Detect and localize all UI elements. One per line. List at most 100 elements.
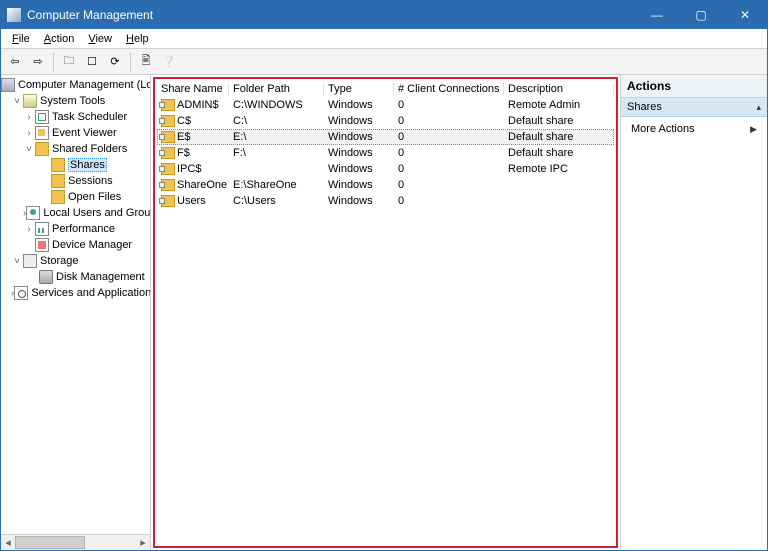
cell-conn: 0 xyxy=(394,179,504,191)
collapse-icon: ▴ xyxy=(756,102,761,113)
share-icon xyxy=(161,147,175,159)
forward-button[interactable]: ⇨ xyxy=(28,52,48,72)
tree-diskmgmt[interactable]: Disk Management xyxy=(56,271,145,283)
tree-hscrollbar[interactable]: ◂ ▸ xyxy=(1,534,150,550)
tree-storage[interactable]: Storage xyxy=(40,255,79,267)
cell-conn: 0 xyxy=(394,195,504,207)
cell-conn: 0 xyxy=(394,147,504,159)
tree-devmgr[interactable]: Device Manager xyxy=(52,239,132,251)
close-button[interactable]: ✕ xyxy=(723,1,767,29)
menu-file[interactable]: File xyxy=(5,31,37,47)
refresh-button[interactable]: ⟳ xyxy=(105,52,125,72)
folder-icon xyxy=(51,190,65,204)
share-row[interactable]: ShareOneE:\ShareOneWindows0 xyxy=(157,177,614,193)
cell-path: C:\ xyxy=(229,115,324,127)
tree[interactable]: Computer Management (Local ˅ System Tools… xyxy=(1,75,150,534)
share-icon xyxy=(161,99,175,111)
cell-path: F:\ xyxy=(229,147,324,159)
cell-name: IPC$ xyxy=(177,163,201,175)
tree-svcs[interactable]: Services and Applications xyxy=(31,287,150,299)
col-type[interactable]: Type xyxy=(324,83,394,95)
cell-name: ShareOne xyxy=(177,179,227,191)
maximize-button[interactable]: ▢ xyxy=(679,1,723,29)
cell-conn: 0 xyxy=(394,115,504,127)
tree-event[interactable]: Event Viewer xyxy=(52,127,117,139)
tree-root[interactable]: Computer Management (Local xyxy=(18,79,150,91)
window-title: Computer Management xyxy=(27,8,635,22)
col-folderpath[interactable]: Folder Path xyxy=(229,83,324,95)
cell-name: C$ xyxy=(177,115,191,127)
shares-list-highlight: Share Name Folder Path Type # Client Con… xyxy=(153,77,618,548)
share-icon xyxy=(161,179,175,191)
col-clientconn[interactable]: # Client Connections xyxy=(394,83,504,95)
help-button[interactable]: ❔ xyxy=(159,52,179,72)
titlebar[interactable]: Computer Management — ▢ ✕ xyxy=(1,1,767,29)
cell-desc: Remote Admin xyxy=(504,99,614,111)
back-button[interactable]: ⇦ xyxy=(5,52,25,72)
scroll-right-icon[interactable]: ▸ xyxy=(136,535,150,550)
tree-pane: Computer Management (Local ˅ System Tools… xyxy=(1,75,151,550)
cell-type: Windows xyxy=(324,99,394,111)
expander-icon[interactable]: › xyxy=(23,224,35,235)
tree-shared[interactable]: Shared Folders xyxy=(52,143,127,155)
expander-icon[interactable]: ˅ xyxy=(23,144,35,155)
share-icon xyxy=(161,131,175,143)
device-icon xyxy=(35,238,49,252)
tree-systools[interactable]: System Tools xyxy=(40,95,105,107)
expander-icon[interactable]: › xyxy=(23,112,35,123)
properties-button[interactable]: ☐ xyxy=(82,52,102,72)
cell-path: E:\ShareOne xyxy=(229,179,324,191)
share-row[interactable]: ADMIN$C:\WINDOWSWindows0Remote Admin xyxy=(157,97,614,113)
tree-perf[interactable]: Performance xyxy=(52,223,115,235)
menu-action[interactable]: Action xyxy=(37,31,82,47)
cell-conn: 0 xyxy=(394,99,504,111)
cell-desc: Default share xyxy=(504,131,614,143)
share-icon xyxy=(161,195,175,207)
cell-path: C:\WINDOWS xyxy=(229,99,324,111)
share-row[interactable]: UsersC:\UsersWindows0 xyxy=(157,193,614,209)
tree-sessions[interactable]: Sessions xyxy=(68,175,113,187)
share-row[interactable]: C$C:\Windows0Default share xyxy=(157,113,614,129)
expander-icon[interactable]: › xyxy=(23,128,35,139)
actions-pane: Actions Shares ▴ More Actions ▶ xyxy=(621,75,767,550)
export-button[interactable]: 🖹 xyxy=(136,52,156,72)
scroll-thumb[interactable] xyxy=(15,536,85,549)
cell-path: C:\Users xyxy=(229,195,324,207)
scroll-left-icon[interactable]: ◂ xyxy=(1,535,15,550)
up-button[interactable]: 🗀 xyxy=(59,52,79,72)
menu-view[interactable]: View xyxy=(81,31,119,47)
list-header: Share Name Folder Path Type # Client Con… xyxy=(157,81,614,97)
disk-icon xyxy=(39,270,53,284)
more-actions[interactable]: More Actions ▶ xyxy=(621,117,767,141)
cell-type: Windows xyxy=(324,163,394,175)
actions-section[interactable]: Shares ▴ xyxy=(621,98,767,117)
tree-lusers[interactable]: Local Users and Groups xyxy=(43,207,150,219)
share-icon xyxy=(161,115,175,127)
tree-shares[interactable]: Shares xyxy=(68,158,107,172)
expander-icon[interactable]: ˅ xyxy=(11,96,23,107)
folder-icon xyxy=(51,174,65,188)
scheduler-icon xyxy=(35,110,49,124)
expander-icon[interactable]: ˅ xyxy=(11,256,23,267)
tree-openfiles[interactable]: Open Files xyxy=(68,191,121,203)
storage-icon xyxy=(23,254,37,268)
share-row[interactable]: IPC$Windows0Remote IPC xyxy=(157,161,614,177)
cell-type: Windows xyxy=(324,147,394,159)
cell-conn: 0 xyxy=(394,131,504,143)
menu-help[interactable]: Help xyxy=(119,31,156,47)
toolbar: ⇦ ⇨ 🗀 ☐ ⟳ 🖹 ❔ xyxy=(1,49,767,75)
cell-conn: 0 xyxy=(394,163,504,175)
chevron-right-icon: ▶ xyxy=(750,124,757,135)
perf-icon xyxy=(35,222,49,236)
minimize-button[interactable]: — xyxy=(635,1,679,29)
list-pane: Share Name Folder Path Type # Client Con… xyxy=(151,75,621,550)
share-row[interactable]: F$F:\Windows0Default share xyxy=(157,145,614,161)
tree-sched[interactable]: Task Scheduler xyxy=(52,111,127,123)
share-icon xyxy=(161,163,175,175)
menu-file-label: ile xyxy=(19,33,30,45)
cell-type: Windows xyxy=(324,115,394,127)
col-description[interactable]: Description xyxy=(504,83,614,95)
share-row[interactable]: E$E:\Windows0Default share xyxy=(157,129,614,145)
cell-type: Windows xyxy=(324,179,394,191)
col-sharename[interactable]: Share Name xyxy=(157,83,229,95)
